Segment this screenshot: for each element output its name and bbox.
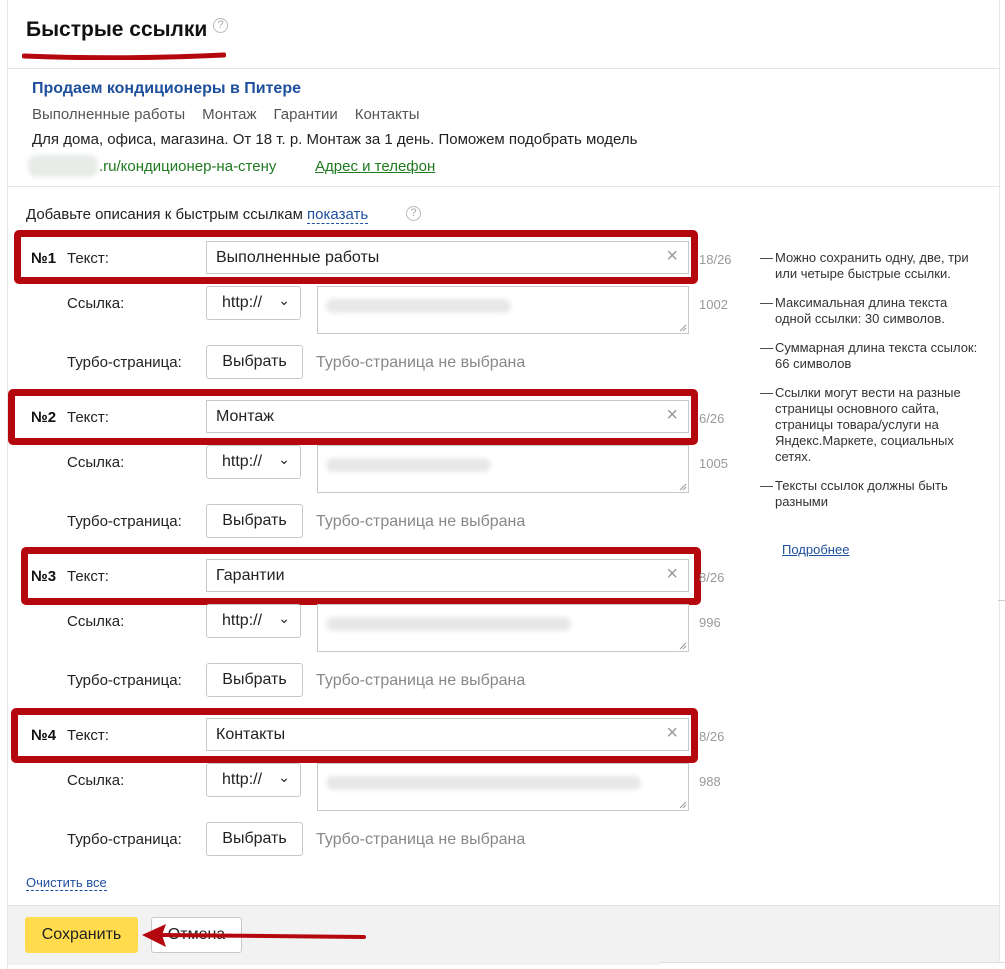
divider bbox=[8, 68, 999, 69]
preview-description: Для дома, офиса, магазина. От 18 т. р. М… bbox=[32, 131, 638, 148]
help-icon[interactable]: ? bbox=[406, 206, 421, 221]
more-info-link[interactable]: Подробнее bbox=[782, 542, 849, 557]
url-input[interactable] bbox=[317, 286, 689, 334]
preview-link-4: Контакты bbox=[354, 106, 420, 123]
link-text-input[interactable]: Контакты × bbox=[206, 718, 689, 751]
save-button[interactable]: Сохранить bbox=[25, 917, 138, 953]
add-descriptions-line: Добавьте описания к быстрым ссылкам пока… bbox=[26, 206, 369, 224]
url-input[interactable] bbox=[317, 604, 689, 652]
preview-address-link: Адрес и телефон bbox=[315, 158, 436, 175]
url-input[interactable] bbox=[317, 445, 689, 493]
preview-quick-links: Выполненные работы Монтаж Гарантии Контакты bbox=[32, 106, 437, 123]
url-input[interactable] bbox=[317, 763, 689, 811]
turbo-label: Турбо-страница: bbox=[67, 672, 182, 689]
choose-turbo-button[interactable]: Выбрать bbox=[206, 663, 303, 697]
preview-link-1: Выполненные работы bbox=[32, 106, 186, 123]
link-text-value: Выполненные работы bbox=[216, 249, 380, 266]
resize-handle-icon[interactable] bbox=[679, 642, 687, 650]
divider bbox=[8, 186, 999, 187]
chevron-down-icon: ⌄ bbox=[278, 610, 290, 626]
link-label: Ссылка: bbox=[67, 295, 125, 312]
tip-item: Суммарная длина текста ссылок: 66 символ… bbox=[760, 340, 980, 372]
protocol-select[interactable]: http:// ⌄ bbox=[206, 763, 301, 797]
link-label: Ссылка: bbox=[67, 772, 125, 789]
blurred-url bbox=[326, 617, 571, 631]
protocol-value: http:// bbox=[222, 453, 263, 470]
link-text-input[interactable]: Гарантии × bbox=[206, 559, 689, 592]
protocol-value: http:// bbox=[222, 294, 263, 311]
clear-all-link[interactable]: Очистить все bbox=[26, 875, 107, 891]
text-counter: 6/26 bbox=[699, 411, 725, 426]
chevron-down-icon: ⌄ bbox=[278, 451, 290, 467]
url-counter: 988 bbox=[699, 774, 721, 789]
tip-item: Максимальная длина текста одной ссылки: … bbox=[760, 295, 980, 327]
background-strip bbox=[660, 962, 1005, 969]
dialog-title: Быстрые ссылки bbox=[26, 18, 208, 41]
resize-handle-icon[interactable] bbox=[679, 324, 687, 332]
url-counter: 996 bbox=[699, 615, 721, 630]
turbo-status: Турбо-страница не выбрана bbox=[316, 672, 526, 689]
add-descriptions-text: Добавьте описания к быстрым ссылкам bbox=[26, 206, 308, 223]
preview-ad-title: Продаем кондиционеры в Питере bbox=[32, 80, 301, 97]
preview-url: .ru/кондиционер-на-стену bbox=[99, 158, 277, 175]
text-counter: 8/26 bbox=[699, 570, 725, 585]
blurred-domain bbox=[28, 155, 98, 177]
turbo-label: Турбо-страница: bbox=[67, 513, 182, 530]
title-underline-annotation bbox=[22, 52, 226, 60]
chevron-down-icon: ⌄ bbox=[278, 292, 290, 308]
choose-turbo-button[interactable]: Выбрать bbox=[206, 822, 303, 856]
tip-item: Ссылки могут вести на разные страницы ос… bbox=[760, 385, 980, 465]
clear-icon[interactable]: × bbox=[666, 563, 678, 586]
url-counter: 1002 bbox=[699, 297, 728, 312]
link-label: Ссылка: bbox=[67, 454, 125, 471]
resize-handle-icon[interactable] bbox=[679, 483, 687, 491]
resize-handle-icon[interactable] bbox=[679, 801, 687, 809]
turbo-status: Турбо-страница не выбрана bbox=[316, 831, 526, 848]
text-label: Текст: bbox=[67, 568, 109, 585]
protocol-value: http:// bbox=[222, 771, 263, 788]
protocol-select[interactable]: http:// ⌄ bbox=[206, 286, 301, 320]
link-text-input[interactable]: Монтаж × bbox=[206, 400, 689, 433]
text-label: Текст: bbox=[67, 250, 109, 267]
link-number: №1 bbox=[31, 250, 57, 267]
protocol-select[interactable]: http:// ⌄ bbox=[206, 604, 301, 638]
preview-link-2: Монтаж bbox=[202, 106, 257, 123]
background-line bbox=[998, 600, 1005, 601]
turbo-status: Турбо-страница не выбрана bbox=[316, 513, 526, 530]
blurred-url bbox=[326, 299, 511, 313]
link-number: №2 bbox=[31, 409, 57, 426]
tip-item: Тексты ссылок должны быть разными bbox=[760, 478, 980, 510]
tips-panel: Можно сохранить одну, две, три или четыр… bbox=[760, 250, 980, 523]
text-label: Текст: bbox=[67, 727, 109, 744]
choose-turbo-button[interactable]: Выбрать bbox=[206, 504, 303, 538]
link-label: Ссылка: bbox=[67, 613, 125, 630]
url-counter: 1005 bbox=[699, 456, 728, 471]
turbo-status: Турбо-страница не выбрана bbox=[316, 354, 526, 371]
clear-icon[interactable]: × bbox=[666, 722, 678, 745]
link-number: №3 bbox=[31, 568, 57, 585]
text-label: Текст: bbox=[67, 409, 109, 426]
clear-icon[interactable]: × bbox=[666, 404, 678, 427]
text-counter: 8/26 bbox=[699, 729, 725, 744]
blurred-url bbox=[326, 458, 491, 472]
tip-item: Можно сохранить одну, две, три или четыр… bbox=[760, 250, 980, 282]
protocol-value: http:// bbox=[222, 612, 263, 629]
show-descriptions-link[interactable]: показать bbox=[307, 206, 369, 224]
chevron-down-icon: ⌄ bbox=[278, 769, 290, 785]
help-icon[interactable]: ? bbox=[213, 18, 228, 33]
text-counter: 18/26 bbox=[699, 252, 732, 267]
link-text-value: Контакты bbox=[216, 726, 286, 743]
link-text-value: Гарантии bbox=[216, 567, 285, 584]
turbo-label: Турбо-страница: bbox=[67, 831, 182, 848]
link-number: №4 bbox=[31, 727, 57, 744]
clear-icon[interactable]: × bbox=[666, 245, 678, 268]
arrow-annotation bbox=[142, 924, 366, 947]
link-text-input[interactable]: Выполненные работы × bbox=[206, 241, 689, 274]
choose-turbo-button[interactable]: Выбрать bbox=[206, 345, 303, 379]
protocol-select[interactable]: http:// ⌄ bbox=[206, 445, 301, 479]
link-text-value: Монтаж bbox=[216, 408, 274, 425]
preview-link-3: Гарантии bbox=[273, 106, 338, 123]
turbo-label: Турбо-страница: bbox=[67, 354, 182, 371]
blurred-url bbox=[326, 776, 641, 790]
